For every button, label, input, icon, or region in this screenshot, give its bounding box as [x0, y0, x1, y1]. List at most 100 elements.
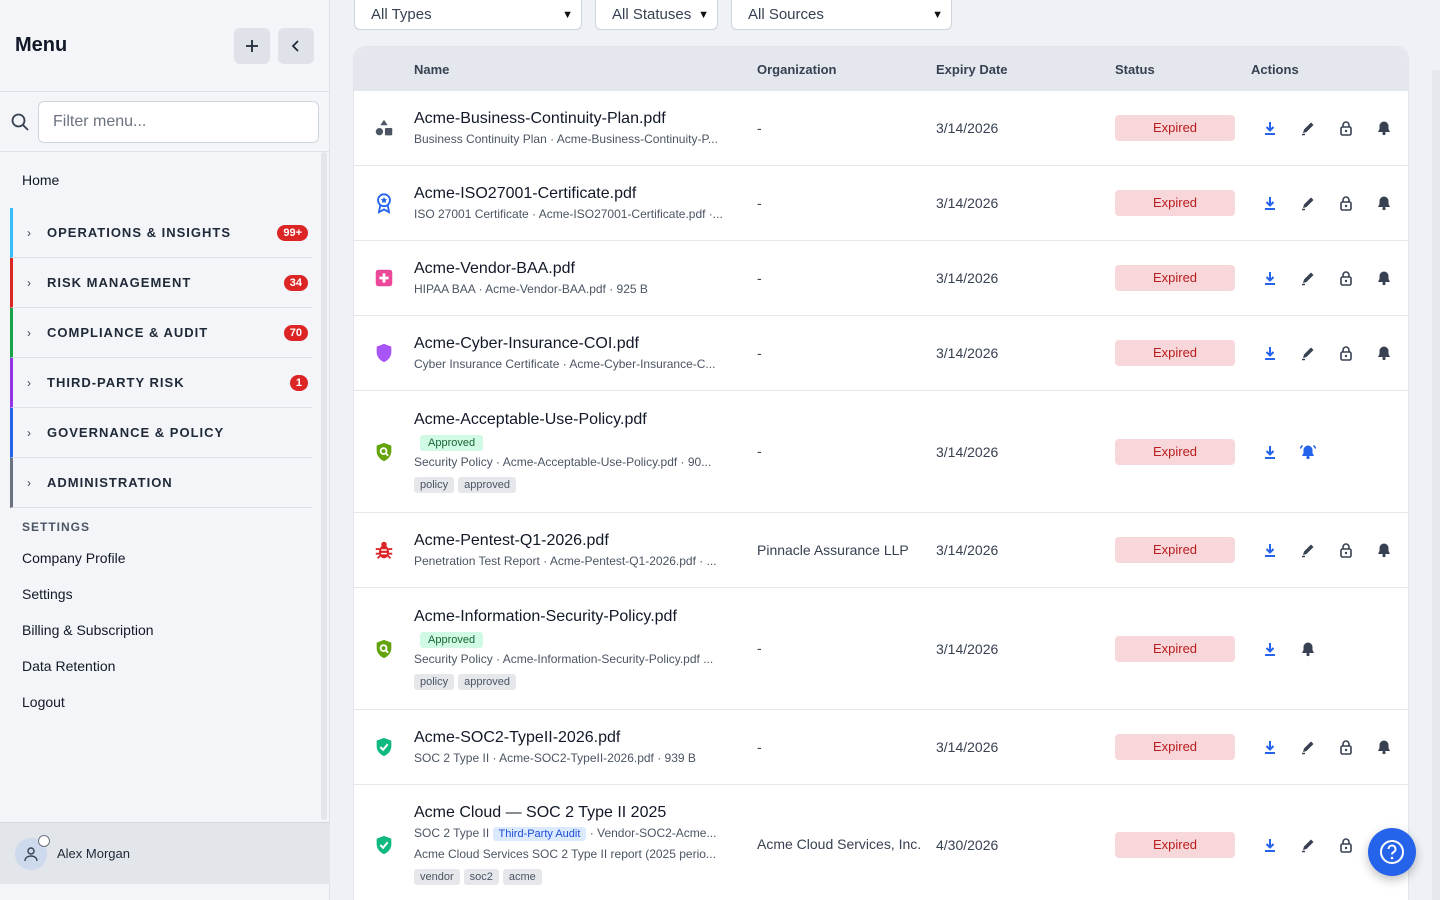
sidebar-item-home[interactable]: Home: [0, 152, 320, 208]
edit-button[interactable]: [1289, 833, 1327, 857]
table-row[interactable]: Acme-Acceptable-Use-Policy.pdf Approved Se…: [354, 391, 1408, 513]
download-button[interactable]: [1251, 191, 1289, 215]
sidebar-group-3[interactable]: › THIRD-PARTY RISK 1: [10, 358, 312, 408]
sidebar-group-5[interactable]: › ADMINISTRATION: [10, 458, 312, 508]
edit-button[interactable]: [1289, 538, 1327, 562]
table-row[interactable]: Acme-Information-Security-Policy.pdf Appr…: [354, 588, 1408, 710]
tag-list: vendor soc2 acme: [414, 867, 757, 885]
name-cell: Acme-Pentest-Q1-2026.pdf Penetration Test…: [414, 532, 757, 568]
collapse-sidebar-button[interactable]: [278, 27, 314, 64]
user-profile[interactable]: Alex Morgan: [0, 822, 330, 884]
approved-badge: Approved: [420, 631, 484, 648]
tag[interactable]: soc2: [463, 869, 499, 885]
header-organization[interactable]: Organization: [757, 59, 936, 80]
status-filter-select[interactable]: All Statuses ▼: [595, 0, 718, 30]
download-button[interactable]: [1251, 833, 1289, 857]
bell-button[interactable]: [1365, 341, 1403, 365]
user-name: Alex Morgan: [57, 846, 130, 861]
document-name[interactable]: Acme-Pentest-Q1-2026.pdf: [414, 532, 757, 550]
lock-button[interactable]: [1327, 116, 1365, 140]
expiry-date-cell: 4/30/2026: [936, 836, 999, 853]
sidebar-link-0[interactable]: Company Profile: [0, 540, 320, 576]
tag[interactable]: policy: [414, 673, 455, 690]
edit-button[interactable]: [1289, 266, 1327, 290]
source-filter-select[interactable]: All Sources ▼: [731, 0, 952, 30]
bell-ring-icon: [1298, 444, 1318, 460]
name-cell: Acme-Information-Security-Policy.pdf Appr…: [414, 608, 757, 690]
help-button[interactable]: [1368, 828, 1416, 876]
document-name[interactable]: Acme-Acceptable-Use-Policy.pdf: [414, 411, 757, 429]
table-row[interactable]: Acme-Vendor-BAA.pdf HIPAA BAA · Acme-Vend…: [354, 241, 1408, 316]
bell-ring-button[interactable]: [1289, 440, 1327, 464]
tag[interactable]: acme: [502, 869, 542, 885]
sidebar-group-label: THIRD-PARTY RISK: [47, 375, 185, 390]
tag[interactable]: policy: [414, 476, 455, 493]
bell-button[interactable]: [1365, 538, 1403, 562]
sidebar-group-0[interactable]: › OPERATIONS & INSIGHTS 99+: [10, 208, 312, 258]
edit-button[interactable]: [1289, 341, 1327, 365]
page-scrollbar[interactable]: [1432, 70, 1440, 900]
filter-menu-input[interactable]: [38, 100, 319, 143]
sidebar-group-4[interactable]: › GOVERNANCE & POLICY: [10, 408, 312, 458]
actions-cell: [1251, 341, 1408, 365]
table-row[interactable]: Acme-Business-Continuity-Plan.pdf Busines…: [354, 91, 1408, 166]
lock-button[interactable]: [1327, 191, 1365, 215]
sidebar-link-4[interactable]: Logout: [0, 684, 320, 720]
download-icon: [1262, 739, 1278, 755]
download-button[interactable]: [1251, 637, 1289, 661]
table-row[interactable]: Acme-ISO27001-Certificate.pdf ISO 27001 C…: [354, 166, 1408, 241]
document-name[interactable]: Acme-Vendor-BAA.pdf: [414, 260, 757, 278]
tag[interactable]: approved: [458, 476, 516, 493]
document-subtitle: SOC 2 Type II Third-Party Audit · Vendor…: [414, 826, 717, 841]
bell-button[interactable]: [1365, 735, 1403, 759]
sidebar-link-2[interactable]: Billing & Subscription: [0, 612, 320, 648]
download-button[interactable]: [1251, 266, 1289, 290]
table-row[interactable]: Acme Cloud — SOC 2 Type II 2025 SOC 2 Typ…: [354, 785, 1408, 900]
lock-button[interactable]: [1327, 266, 1365, 290]
header-name[interactable]: Name: [414, 62, 757, 77]
table-row[interactable]: Acme-Cyber-Insurance-COI.pdf Cyber Insura…: [354, 316, 1408, 391]
tag[interactable]: approved: [458, 673, 516, 690]
table-row[interactable]: Acme-Pentest-Q1-2026.pdf Penetration Test…: [354, 513, 1408, 588]
document-name[interactable]: Acme-Cyber-Insurance-COI.pdf: [414, 335, 757, 353]
bell-button[interactable]: [1365, 191, 1403, 215]
download-button[interactable]: [1251, 440, 1289, 464]
download-button[interactable]: [1251, 341, 1289, 365]
edit-button[interactable]: [1289, 191, 1327, 215]
tag[interactable]: vendor: [414, 869, 460, 885]
sidebar-group-2[interactable]: › COMPLIANCE & AUDIT 70: [10, 308, 312, 358]
sidebar-link-1[interactable]: Settings: [0, 576, 320, 612]
document-name[interactable]: Acme-SOC2-TypeII-2026.pdf: [414, 729, 757, 747]
status-badge: Expired: [1115, 537, 1235, 563]
status-badge: Expired: [1115, 635, 1235, 662]
expiry-date-cell: 3/14/2026: [936, 195, 999, 211]
edit-button[interactable]: [1289, 116, 1327, 140]
header-status[interactable]: Status: [1115, 62, 1251, 77]
bell-button[interactable]: [1289, 637, 1327, 661]
lock-button[interactable]: [1327, 341, 1365, 365]
table-row[interactable]: Acme-SOC2-TypeII-2026.pdf SOC 2 Type II ·…: [354, 710, 1408, 785]
document-name[interactable]: Acme-Information-Security-Policy.pdf: [414, 608, 757, 626]
type-filter-select[interactable]: All Types ▼: [354, 0, 582, 30]
bell-button[interactable]: [1365, 266, 1403, 290]
download-button[interactable]: [1251, 735, 1289, 759]
status-badge: Expired: [1115, 831, 1235, 858]
add-button[interactable]: [234, 27, 270, 64]
expiry-date-cell: 3/14/2026: [936, 542, 999, 558]
bell-button[interactable]: [1365, 116, 1403, 140]
edit-button[interactable]: [1289, 735, 1327, 759]
download-button[interactable]: [1251, 116, 1289, 140]
lock-button[interactable]: [1327, 833, 1365, 857]
sidebar-link-3[interactable]: Data Retention: [0, 648, 320, 684]
sidebar-scrollbar[interactable]: [321, 152, 327, 820]
document-name[interactable]: Acme-Business-Continuity-Plan.pdf: [414, 110, 757, 128]
source-filter-value: All Sources: [748, 6, 824, 23]
header-expiry[interactable]: Expiry Date: [936, 62, 1115, 77]
lock-button[interactable]: [1327, 538, 1365, 562]
sidebar-header: Menu: [0, 0, 329, 92]
download-button[interactable]: [1251, 538, 1289, 562]
lock-button[interactable]: [1327, 735, 1365, 759]
document-name[interactable]: Acme Cloud — SOC 2 Type II 2025: [414, 804, 757, 822]
document-name[interactable]: Acme-ISO27001-Certificate.pdf: [414, 185, 757, 203]
sidebar-group-1[interactable]: › RISK MANAGEMENT 34: [10, 258, 312, 308]
